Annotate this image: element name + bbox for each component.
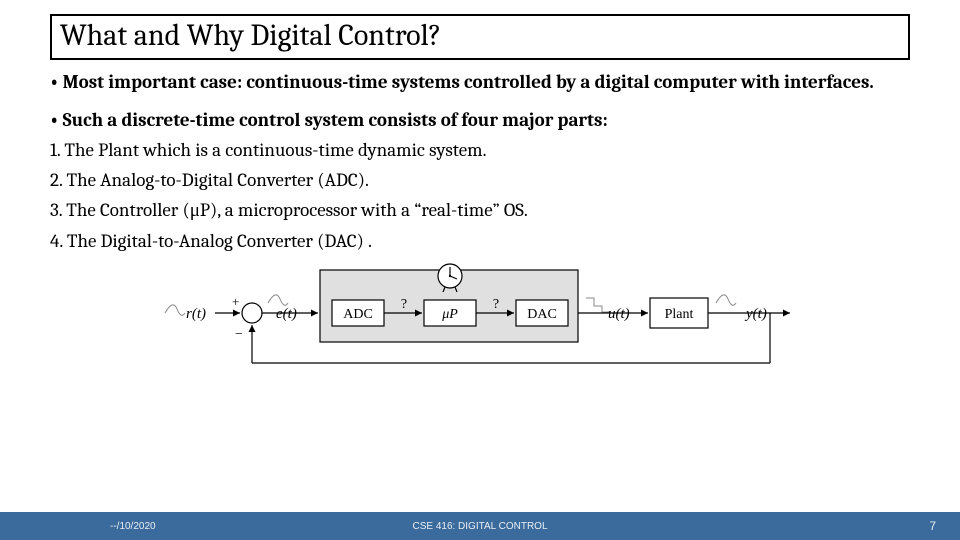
footer-course: CSE 416: DIGITAL CONTROL [412, 521, 547, 532]
bullet-1: • Most important case: continuous-time s… [50, 70, 910, 95]
item-1: 1. The Plant which is a continuous-time … [50, 139, 910, 161]
bullet-2: • Such a discrete-time control system co… [50, 109, 910, 131]
item-3: 3. The Controller (μP), a microprocessor… [50, 199, 910, 222]
control-loop-diagram: r(t) + − e(t) ADC [160, 258, 800, 378]
summing-junction [242, 303, 262, 323]
label-r: r(t) [186, 306, 206, 322]
slide-body: What and Why Digital Control? • Most imp… [0, 0, 960, 382]
footer-page-number: 7 [929, 519, 936, 533]
block-diagram: r(t) + − e(t) ADC [50, 258, 910, 382]
label-mup: μP [441, 307, 458, 322]
label-y: y(t) [744, 306, 767, 322]
footer-bar: --/10/2020 CSE 416: DIGITAL CONTROL 7 [0, 512, 960, 540]
label-dac: DAC [527, 307, 557, 322]
label-plus: + [232, 294, 239, 309]
item-2: 2. The Analog-to-Digital Converter (ADC)… [50, 169, 910, 191]
label-minus: − [235, 327, 243, 342]
slide-title: What and Why Digital Control? [60, 18, 900, 54]
label-q1: ? [401, 297, 407, 312]
title-box: What and Why Digital Control? [50, 14, 910, 60]
label-adc: ADC [343, 307, 373, 322]
bullet-1-text: Most important case: continuous-time sys… [63, 71, 874, 93]
bullet-2-text: Such a discrete-time control system cons… [63, 109, 608, 131]
label-plant: Plant [665, 307, 694, 322]
label-q2: ? [493, 297, 499, 312]
label-e: e(t) [276, 306, 297, 322]
label-u: u(t) [608, 306, 630, 322]
footer-date: --/10/2020 [110, 521, 156, 532]
item-4: 4. The Digital-to-Analog Converter (DAC)… [50, 230, 910, 252]
